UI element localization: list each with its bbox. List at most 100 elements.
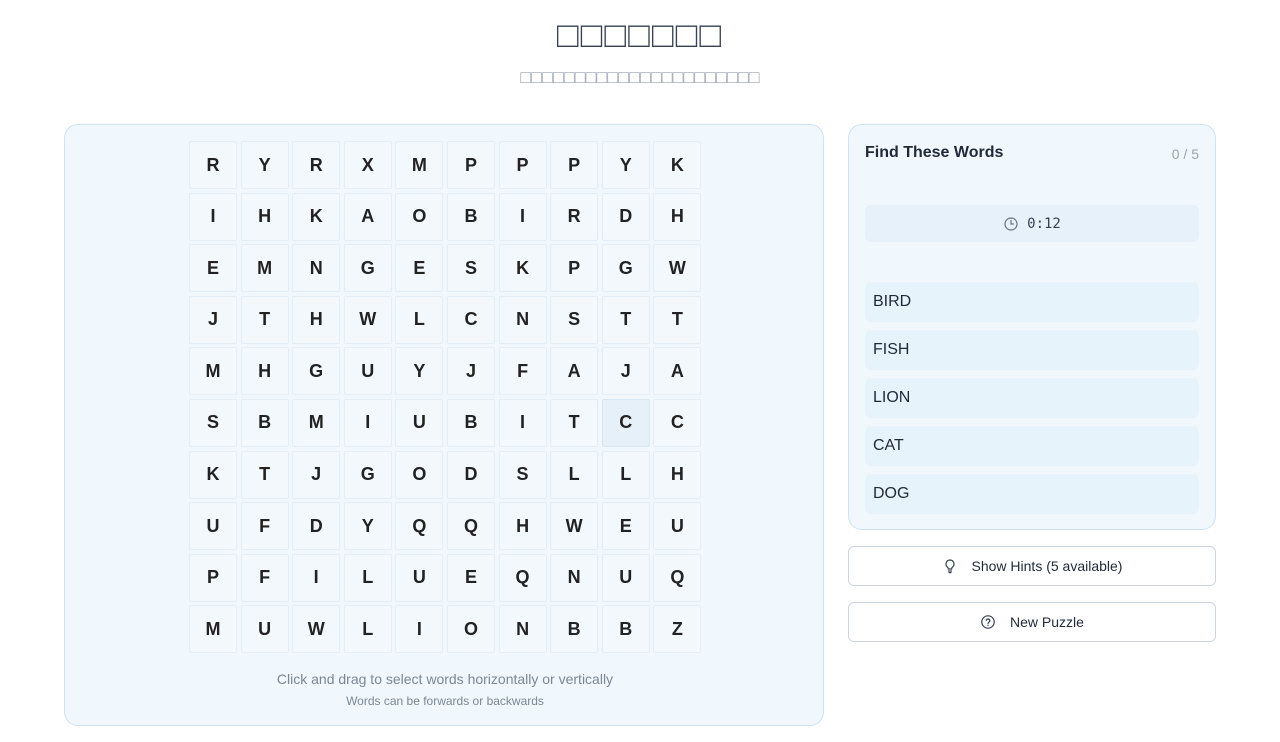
- grid-cell[interactable]: U: [240, 605, 289, 654]
- grid-cell[interactable]: J: [601, 347, 650, 396]
- grid-cell[interactable]: U: [395, 398, 444, 447]
- grid-cell[interactable]: E: [189, 244, 237, 293]
- grid-cell[interactable]: L: [601, 450, 650, 499]
- grid-cell[interactable]: U: [601, 553, 650, 602]
- grid-cell[interactable]: R: [550, 192, 599, 241]
- grid-cell[interactable]: I: [343, 398, 392, 447]
- grid-cell[interactable]: U: [395, 553, 444, 602]
- grid-cell[interactable]: P: [550, 244, 599, 293]
- grid-cell[interactable]: S: [498, 450, 547, 499]
- grid-cell[interactable]: A: [343, 192, 392, 241]
- grid-cell[interactable]: M: [189, 605, 237, 654]
- grid-cell[interactable]: G: [601, 244, 650, 293]
- grid-cell[interactable]: T: [653, 295, 702, 344]
- grid-cell[interactable]: O: [395, 192, 444, 241]
- grid-cell[interactable]: M: [189, 347, 237, 396]
- grid-cell[interactable]: K: [189, 450, 237, 499]
- grid-cell[interactable]: Q: [395, 502, 444, 551]
- grid-cell[interactable]: J: [189, 295, 237, 344]
- grid-cell[interactable]: D: [292, 502, 341, 551]
- grid-cell[interactable]: G: [292, 347, 341, 396]
- grid-cell[interactable]: I: [395, 605, 444, 654]
- grid-cell[interactable]: C: [653, 398, 702, 447]
- grid-cell[interactable]: L: [550, 450, 599, 499]
- grid-cell[interactable]: W: [343, 295, 392, 344]
- grid-cell[interactable]: R: [292, 141, 341, 189]
- grid-cell[interactable]: B: [550, 605, 599, 654]
- grid-cell[interactable]: M: [292, 398, 341, 447]
- grid-cell[interactable]: H: [498, 502, 547, 551]
- grid-cell[interactable]: L: [395, 295, 444, 344]
- grid-cell[interactable]: W: [550, 502, 599, 551]
- grid-cell[interactable]: U: [653, 502, 702, 551]
- grid-cell[interactable]: E: [601, 502, 650, 551]
- grid-cell[interactable]: G: [343, 450, 392, 499]
- grid-cell[interactable]: U: [189, 502, 237, 551]
- show-hints-button[interactable]: Show Hints (5 available): [848, 546, 1216, 586]
- grid-cell[interactable]: B: [446, 398, 495, 447]
- letter-grid[interactable]: RYRXMPPPYKIHKAOBIRDHEMNGESKPGWJTHWLCNSTT…: [189, 141, 702, 654]
- grid-cell[interactable]: J: [446, 347, 495, 396]
- grid-cell[interactable]: S: [446, 244, 495, 293]
- grid-cell[interactable]: Y: [240, 141, 289, 189]
- grid-cell[interactable]: W: [292, 605, 341, 654]
- grid-cell[interactable]: H: [653, 450, 702, 499]
- grid-cell[interactable]: S: [550, 295, 599, 344]
- grid-cell[interactable]: A: [653, 347, 702, 396]
- grid-cell[interactable]: H: [292, 295, 341, 344]
- grid-cell[interactable]: A: [550, 347, 599, 396]
- grid-cell[interactable]: X: [343, 141, 392, 189]
- grid-cell[interactable]: D: [601, 192, 650, 241]
- grid-cell[interactable]: B: [240, 398, 289, 447]
- grid-cell[interactable]: Y: [601, 141, 650, 189]
- grid-cell[interactable]: Y: [395, 347, 444, 396]
- grid-cell[interactable]: M: [240, 244, 289, 293]
- grid-cell[interactable]: P: [446, 141, 495, 189]
- grid-cell[interactable]: T: [240, 295, 289, 344]
- grid-cell[interactable]: P: [189, 553, 237, 602]
- grid-cell[interactable]: H: [240, 192, 289, 241]
- grid-cell[interactable]: I: [498, 192, 547, 241]
- grid-cell[interactable]: F: [240, 502, 289, 551]
- grid-cell[interactable]: C: [446, 295, 495, 344]
- grid-cell[interactable]: K: [653, 141, 702, 189]
- grid-cell[interactable]: N: [550, 553, 599, 602]
- grid-cell[interactable]: E: [395, 244, 444, 293]
- grid-cell[interactable]: F: [498, 347, 547, 396]
- grid-cell[interactable]: I: [292, 553, 341, 602]
- grid-cell[interactable]: J: [292, 450, 341, 499]
- grid-cell[interactable]: H: [653, 192, 702, 241]
- grid-cell[interactable]: B: [601, 605, 650, 654]
- grid-cell[interactable]: U: [343, 347, 392, 396]
- grid-cell[interactable]: S: [189, 398, 237, 447]
- grid-cell[interactable]: I: [498, 398, 547, 447]
- grid-cell[interactable]: P: [498, 141, 547, 189]
- grid-cell[interactable]: O: [395, 450, 444, 499]
- grid-cell[interactable]: T: [550, 398, 599, 447]
- grid-cell[interactable]: T: [601, 295, 650, 344]
- grid-cell[interactable]: O: [446, 605, 495, 654]
- grid-cell[interactable]: T: [240, 450, 289, 499]
- new-puzzle-button[interactable]: New Puzzle: [848, 602, 1216, 642]
- grid-cell[interactable]: N: [498, 605, 547, 654]
- grid-cell[interactable]: C: [601, 398, 650, 447]
- grid-cell[interactable]: B: [446, 192, 495, 241]
- grid-cell[interactable]: P: [550, 141, 599, 189]
- grid-cell[interactable]: E: [446, 553, 495, 602]
- grid-cell[interactable]: H: [240, 347, 289, 396]
- grid-cell[interactable]: G: [343, 244, 392, 293]
- grid-cell[interactable]: W: [653, 244, 702, 293]
- grid-cell[interactable]: K: [498, 244, 547, 293]
- grid-cell[interactable]: I: [189, 192, 237, 241]
- grid-cell[interactable]: F: [240, 553, 289, 602]
- grid-cell[interactable]: L: [343, 605, 392, 654]
- grid-cell[interactable]: Q: [446, 502, 495, 551]
- grid-cell[interactable]: R: [189, 141, 237, 189]
- grid-cell[interactable]: M: [395, 141, 444, 189]
- grid-cell[interactable]: Y: [343, 502, 392, 551]
- grid-cell[interactable]: L: [343, 553, 392, 602]
- grid-cell[interactable]: Q: [653, 553, 702, 602]
- grid-cell[interactable]: Z: [653, 605, 702, 654]
- grid-cell[interactable]: Q: [498, 553, 547, 602]
- grid-cell[interactable]: K: [292, 192, 341, 241]
